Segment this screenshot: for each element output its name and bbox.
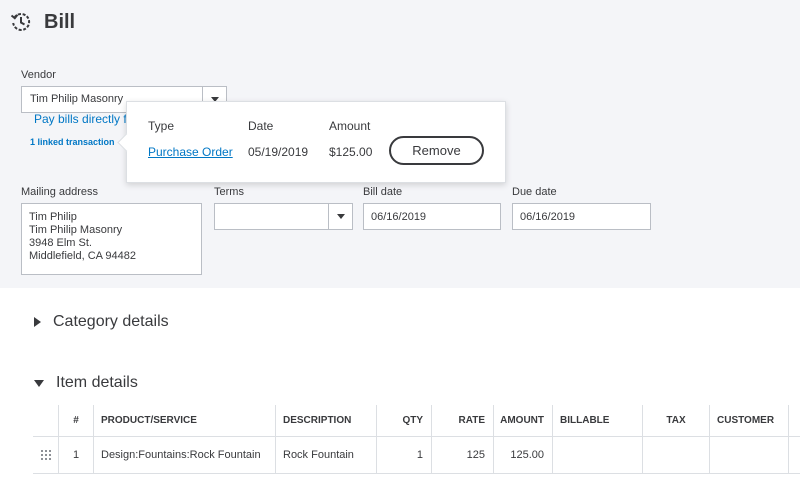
amount-cell[interactable]: 125.00 (494, 437, 553, 473)
terms-select[interactable] (214, 203, 353, 230)
vendor-label: Vendor (21, 69, 56, 81)
item-details-toggle[interactable]: Item details (34, 374, 138, 392)
drag-handle-icon[interactable] (33, 437, 59, 473)
column-header: PRODUCT/SERVICE (94, 405, 276, 436)
item-details-title: Item details (56, 374, 138, 391)
title-row: Bill (10, 8, 75, 36)
linked-transaction-popover: Type Date Amount Purchase Order 05/19/20… (126, 101, 506, 183)
vendor-value: Tim Philip Masonry (30, 93, 124, 105)
column-header: TAX (643, 405, 710, 436)
mailing-address-field[interactable]: Tim Philip Tim Philip Masonry 3948 Elm S… (21, 203, 202, 275)
drag-column-header (33, 405, 59, 436)
category-details-toggle[interactable]: Category details (34, 313, 169, 331)
popover-amount-value: $125.00 (329, 145, 373, 159)
history-icon[interactable] (10, 11, 32, 33)
column-header: RATE (432, 405, 494, 436)
rate-cell[interactable]: 125 (432, 437, 494, 473)
popover-header-amount: Amount (329, 119, 371, 133)
popover-header-type: Type (148, 119, 175, 133)
column-header: DESCRIPTION (276, 405, 377, 436)
table-row[interactable]: 1 Design:Fountains:Rock Fountain Rock Fo… (33, 437, 800, 474)
column-header: QTY (377, 405, 432, 436)
pay-bills-directly-link[interactable]: Pay bills directly f (34, 112, 126, 126)
bill-date-label: Bill date (363, 186, 403, 198)
column-header: AMOUNT (494, 405, 553, 436)
due-date-input[interactable]: 06/16/2019 (512, 203, 651, 230)
category-details-title: Category details (53, 313, 169, 330)
customer-cell[interactable] (710, 437, 789, 473)
line-number-cell: 1 (59, 437, 94, 473)
popover-date-value: 05/19/2019 (248, 145, 309, 159)
bill-date-value: 06/16/2019 (371, 211, 427, 223)
address-line: Tim Philip (29, 211, 77, 223)
address-line: Tim Philip Masonry (29, 224, 123, 236)
address-line: Middlefield, CA 94482 (29, 250, 137, 262)
description-cell[interactable]: Rock Fountain (276, 437, 377, 473)
due-date-label: Due date (512, 186, 557, 198)
bill-date-input[interactable]: 06/16/2019 (363, 203, 501, 230)
column-header: # (59, 405, 94, 436)
column-header: CUSTOMER (710, 405, 789, 436)
product-service-cell[interactable]: Design:Fountains:Rock Fountain (94, 437, 276, 473)
billable-cell[interactable] (553, 437, 643, 473)
chevron-down-icon[interactable] (328, 204, 352, 229)
table-header-row: # PRODUCT/SERVICE DESCRIPTION QTY RATE A… (33, 405, 800, 437)
caret-right-icon (34, 317, 41, 327)
terms-label: Terms (214, 186, 244, 198)
address-line: 3948 Elm St. (29, 237, 92, 249)
qty-cell[interactable]: 1 (377, 437, 432, 473)
column-header: BILLABLE (553, 405, 643, 436)
popover-header-date: Date (248, 119, 274, 133)
purchase-order-link[interactable]: Purchase Order (148, 145, 233, 159)
tax-cell[interactable] (643, 437, 710, 473)
remove-button[interactable]: Remove (389, 136, 484, 165)
due-date-value: 06/16/2019 (520, 211, 576, 223)
caret-down-icon (34, 379, 44, 387)
mailing-address-label: Mailing address (21, 186, 99, 198)
linked-transaction-link[interactable]: 1 linked transaction (30, 137, 115, 147)
page-title: Bill (44, 10, 76, 33)
